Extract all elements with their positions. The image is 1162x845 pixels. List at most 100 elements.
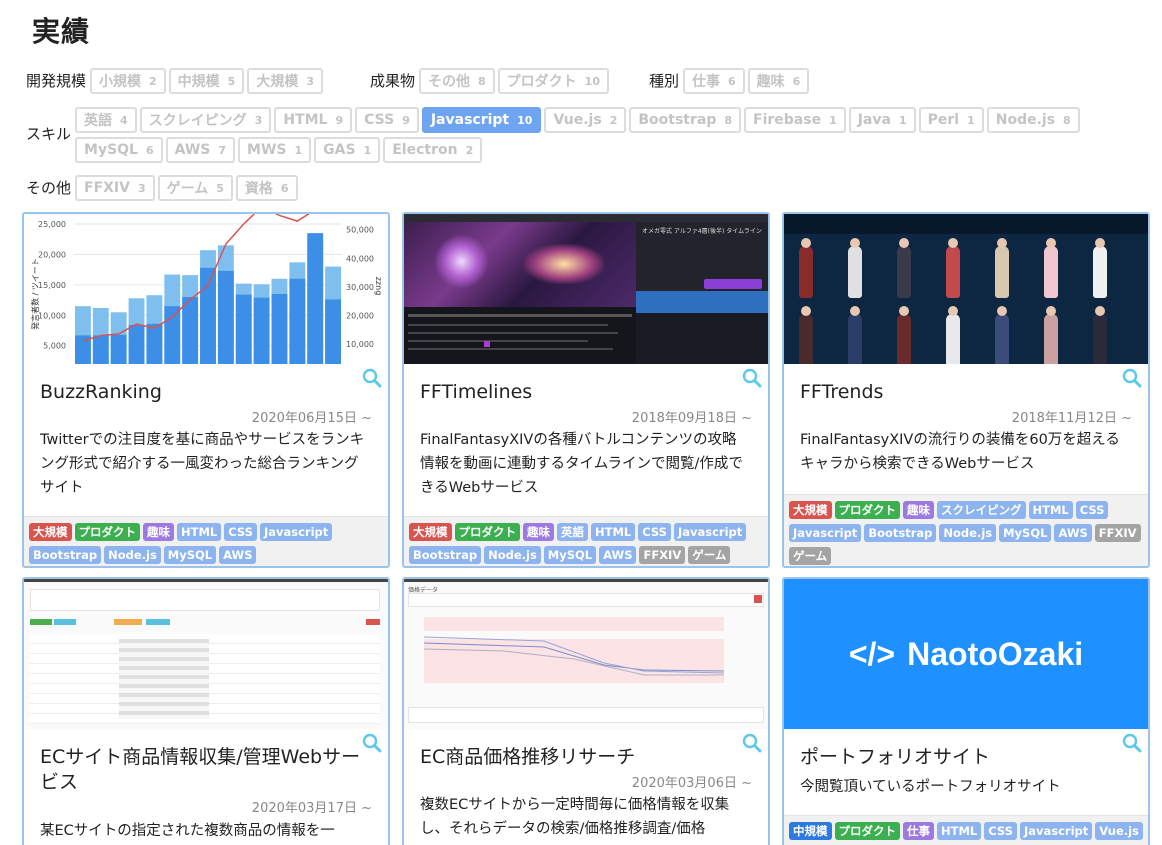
filter-chip-deliverable[interactable]: その他 8 — [419, 68, 495, 94]
filter-chip-skill[interactable]: Bootstrap 8 — [629, 107, 741, 133]
filter-chip-count: 8 — [1063, 113, 1071, 127]
y-right-tick: 30,000 — [346, 283, 374, 292]
filter-chip-other[interactable]: FFXIV 3 — [75, 175, 155, 201]
filter-chip-skill[interactable]: MySQL 6 — [75, 137, 163, 163]
filter-chip-count: 2 — [609, 113, 618, 127]
zoom-icon[interactable] — [1122, 733, 1142, 753]
filter-chip-count: 3 — [306, 74, 314, 88]
filter-chip-deliverable[interactable]: プロダクト 10 — [497, 68, 609, 94]
skill-tag: AWS — [599, 546, 637, 564]
character-figure — [995, 314, 1009, 364]
chips-other: FFXIV 3 ゲーム 5 資格 6 — [75, 175, 298, 201]
filter-chip-skill[interactable]: Node.js 8 — [986, 107, 1080, 133]
y-left-tick: 20,000 — [38, 250, 66, 259]
filter-chip-count: 3 — [137, 181, 146, 195]
filter-chip-scale[interactable]: 中規模 5 — [168, 68, 245, 94]
skill-tag: Node.js — [939, 524, 997, 542]
work-card-ec-service[interactable]: ECサイト商品情報収集/管理Webサービス 2020年03月17日 ~ 某ECサ… — [22, 577, 390, 845]
work-card-fftrends[interactable]: FFTrends 2018年11月12日 ~ FinalFantasyXIVの流… — [782, 212, 1150, 568]
skill-tag: 仕事 — [903, 822, 934, 840]
filter-chip-skill[interactable]: GAS 1 — [314, 137, 381, 163]
filter-chip-label: Java — [857, 112, 891, 128]
character-head — [1046, 238, 1056, 248]
card-title: ECサイト商品情報収集/管理Webサービス — [40, 746, 361, 793]
filter-chip-skill[interactable]: Javascript 10 — [421, 107, 542, 133]
filter-chip-skill[interactable]: Electron 2 — [383, 137, 483, 163]
filter-chip-count: 10 — [584, 74, 600, 88]
filter-chip-scale[interactable]: 大規模 3 — [247, 68, 323, 94]
filter-chip-label: MySQL — [84, 142, 138, 158]
card-title: FFTimelines — [420, 381, 533, 403]
filter-label-skill: スキル — [26, 125, 72, 143]
filter-chip-label: Electron — [392, 142, 458, 158]
skill-tag: MySQL — [163, 546, 217, 564]
filter-chip-skill[interactable]: Perl 1 — [918, 107, 984, 133]
filter-chip-count: 4 — [120, 113, 128, 127]
filter-chip-label: Firebase — [753, 112, 822, 128]
filter-chip-kind[interactable]: 趣味 6 — [747, 68, 810, 94]
skill-tag: CSS — [1075, 501, 1109, 519]
filter-chip-skill[interactable]: 英語 4 — [75, 107, 137, 133]
card-description: FinalFantasyXIVの流行りの装備を60万を超えるキャラから検索できる… — [800, 432, 1120, 472]
skill-tag: CSS — [224, 523, 257, 541]
filter-chip-count: 1 — [363, 143, 372, 157]
filter-chip-skill[interactable]: AWS 7 — [165, 137, 236, 163]
zoom-icon[interactable] — [362, 368, 382, 388]
filter-chip-label: MWS — [247, 142, 287, 158]
skill-tag: Javascript — [259, 523, 333, 541]
filter-chip-count: 5 — [227, 74, 236, 88]
filter-chip-kind[interactable]: 仕事 6 — [683, 68, 745, 94]
y-left-tick: 10,000 — [38, 311, 66, 320]
character-figure — [848, 246, 862, 298]
filter-chip-scale[interactable]: 小規模 2 — [90, 68, 166, 94]
skill-tag: Bootstrap — [409, 546, 482, 564]
filter-chip-skill[interactable]: Vue.js 2 — [544, 107, 627, 133]
y-right-tick: 50,000 — [346, 226, 374, 235]
skill-tag: Node.js — [484, 546, 541, 564]
filter-chip-label: Bootstrap — [638, 112, 717, 128]
character-head — [997, 306, 1007, 316]
skill-tag: HTML — [937, 822, 982, 840]
skill-tag: FFXIV — [639, 546, 686, 564]
filter-chip-label: AWS — [174, 142, 211, 158]
bar-inner — [182, 297, 199, 364]
skill-tag: Node.js — [104, 546, 161, 564]
character-figure — [799, 314, 813, 364]
character-figure — [995, 246, 1009, 298]
chips-kind: 仕事 6 趣味 6 — [683, 68, 810, 94]
filter-chip-skill[interactable]: Firebase 1 — [744, 107, 846, 133]
work-card-buzzranking[interactable]: 25,000 20,000 15,000 10,000 5,000 50,000 40,00… — [22, 212, 390, 568]
skill-tag: 大規模 — [409, 523, 452, 541]
skill-tag: MySQL — [999, 524, 1052, 542]
filter-chip-other[interactable]: 資格 6 — [235, 175, 298, 201]
filter-chip-skill[interactable]: スクレイピング 3 — [139, 107, 272, 133]
filter-chip-skill[interactable]: HTML 9 — [274, 107, 353, 133]
character-figure — [946, 246, 960, 298]
timeline-header-text: オメガ零式 アルファ4層(後半) タイムライン — [642, 228, 762, 235]
work-card-fftimelines[interactable]: オメガ零式 アルファ4層(後半) タイムライン FFTimelines 2018… — [402, 212, 770, 568]
work-card-portfolio[interactable]: </> NaotoOzaki ポートフォリオサイト 今閲覧頂いているポートフォリ… — [782, 577, 1150, 845]
filter-chip-skill[interactable]: MWS 1 — [238, 137, 312, 163]
zoom-icon[interactable] — [1122, 368, 1142, 388]
zoom-icon[interactable] — [742, 368, 762, 388]
tag-list: 大規模 プロダクト 趣味 英語 HTML CSS Javascript Bootstrap No… — [404, 516, 768, 566]
skill-tag: 趣味 — [903, 501, 934, 519]
filter-chip-other[interactable]: ゲーム 5 — [157, 175, 233, 201]
card-description: FinalFantasyXIVの各種バトルコンテンツの攻略情報を動画に連動するタ… — [420, 432, 743, 496]
filter-chip-count: 6 — [145, 143, 154, 157]
character-figure — [897, 314, 911, 364]
filter-chip-skill[interactable]: Java 1 — [848, 107, 916, 133]
filter-row-skill: スキル 英語 4 スクレイピング 3 HTML 9 CSS 9 Javascript 10 Vue.… — [26, 107, 1115, 163]
buzzranking-chart: 25,000 20,000 15,000 10,000 5,000 50,000 40,00… — [30, 214, 383, 364]
card-date: 2018年09月18日 ~ — [631, 411, 752, 426]
work-card-ec-price[interactable]: 価格データ EC商品価格推移リサーチ 2020年03月06日 ~ 複数ECサイト… — [402, 577, 770, 845]
filter-chip-count: 10 — [517, 113, 533, 127]
zoom-icon[interactable] — [742, 733, 762, 753]
thumbnail-fftimelines: オメガ零式 アルファ4層(後半) タイムライン — [404, 214, 768, 364]
card-description: 今閲覧頂いているポートフォリオサイト — [800, 779, 1061, 795]
filter-row-deliverable: 成果物 その他 8 プロダクト 10 — [370, 68, 609, 94]
character-figure — [1093, 314, 1107, 364]
character-figure — [1044, 246, 1058, 298]
filter-chip-count: 2 — [149, 74, 157, 88]
filter-chip-skill[interactable]: CSS 9 — [355, 107, 419, 133]
